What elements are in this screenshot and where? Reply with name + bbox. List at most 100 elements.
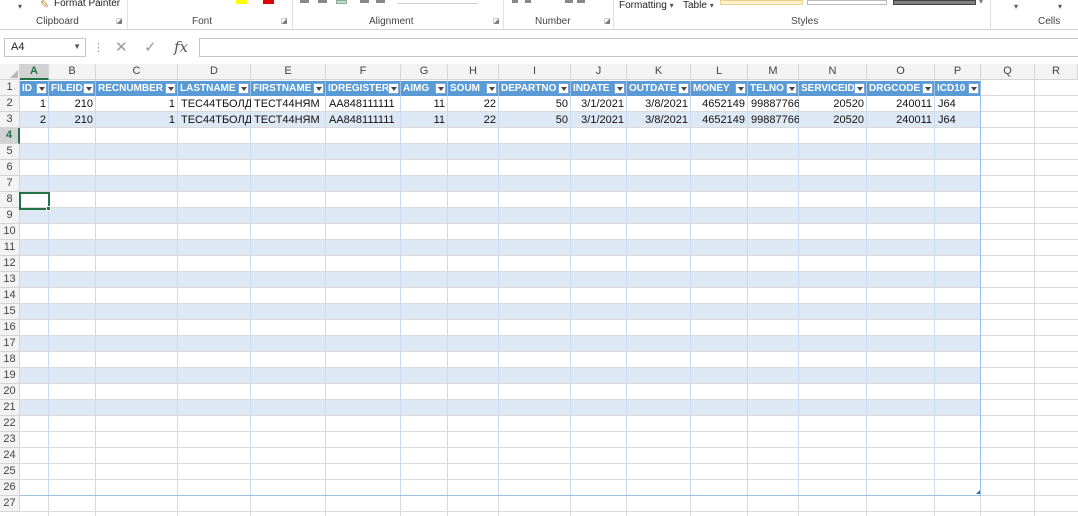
table-header-indate[interactable]: INDATE — [571, 81, 627, 96]
column-header-m[interactable]: M — [748, 64, 799, 80]
row-header-5[interactable]: 5 — [0, 144, 20, 160]
formula-input[interactable] — [199, 38, 1078, 57]
column-header-k[interactable]: K — [627, 64, 691, 80]
insert-function-icon[interactable]: fx — [174, 38, 188, 56]
font-color-icon[interactable] — [263, 0, 274, 4]
column-header-p[interactable]: P — [935, 64, 981, 80]
row-header-11[interactable]: 11 — [0, 240, 20, 256]
row-header-22[interactable]: 22 — [0, 416, 20, 432]
align-right-icon[interactable] — [336, 0, 347, 4]
row-header-25[interactable]: 25 — [0, 464, 20, 480]
row-header-8[interactable]: 8 — [0, 192, 20, 208]
row-header-15[interactable]: 15 — [0, 304, 20, 320]
table-header-money[interactable]: MONEY — [691, 81, 748, 96]
column-header-g[interactable]: G — [401, 64, 448, 80]
table-cell[interactable]: ТЕСТ44НЯМ — [251, 112, 326, 128]
row-header-4[interactable]: 4 — [0, 128, 20, 144]
filter-dropdown-icon[interactable] — [558, 83, 569, 94]
cell-style-swatch[interactable] — [720, 0, 803, 5]
table-cell[interactable]: 3/8/2021 — [627, 96, 691, 112]
chevron-down-icon[interactable]: ▼ — [73, 42, 81, 51]
table-header-icd10[interactable]: ICD10 — [935, 81, 981, 96]
column-header-f[interactable]: F — [326, 64, 401, 80]
column-header-h[interactable]: H — [448, 64, 499, 80]
filter-dropdown-icon[interactable] — [735, 83, 746, 94]
row-header-12[interactable]: 12 — [0, 256, 20, 272]
table-cell[interactable]: J64 — [935, 112, 981, 128]
row-header-7[interactable]: 7 — [0, 176, 20, 192]
font-launcher-icon[interactable]: ◪ — [281, 17, 288, 25]
table-cell[interactable]: 1 — [96, 96, 178, 112]
filter-dropdown-icon[interactable] — [313, 83, 324, 94]
filter-dropdown-icon[interactable] — [238, 83, 249, 94]
enter-icon[interactable]: ✓ — [144, 38, 157, 56]
cell-style-swatch[interactable] — [893, 0, 976, 5]
filter-dropdown-icon[interactable] — [614, 83, 625, 94]
table-cell[interactable]: 4652149 — [691, 96, 748, 112]
insert-dropdown-icon[interactable]: ▾ — [1014, 2, 1018, 11]
cancel-icon[interactable]: ✕ — [115, 38, 128, 56]
table-header-recnumber[interactable]: RECNUMBER — [96, 81, 178, 96]
filter-dropdown-icon[interactable] — [435, 83, 446, 94]
row-header-21[interactable]: 21 — [0, 400, 20, 416]
filter-dropdown-icon[interactable] — [786, 83, 797, 94]
row-header-3[interactable]: 3 — [0, 112, 20, 128]
row-header-10[interactable]: 10 — [0, 224, 20, 240]
align-center-icon[interactable] — [318, 0, 327, 3]
increase-decimal-icon[interactable] — [565, 0, 573, 3]
row-header-27[interactable]: 27 — [0, 496, 20, 512]
table-header-soum[interactable]: SOUM — [448, 81, 499, 96]
table-header-firstname[interactable]: FIRSTNAME — [251, 81, 326, 96]
table-cell[interactable]: ТЕСТ44НЯМ — [251, 96, 326, 112]
percent-format-icon[interactable] — [525, 0, 531, 3]
styles-scroll-icon[interactable]: ▾ — [979, 0, 983, 6]
row-header-19[interactable]: 19 — [0, 368, 20, 384]
table-header-departno[interactable]: DEPARTNO — [499, 81, 571, 96]
table-resize-handle[interactable] — [976, 490, 980, 494]
align-left-icon[interactable] — [300, 0, 309, 3]
column-header-r[interactable]: R — [1035, 64, 1078, 80]
paste-dropdown-icon[interactable]: ▾ — [18, 2, 22, 11]
table-cell[interactable]: 20520 — [799, 112, 867, 128]
column-header-a[interactable]: A — [20, 64, 49, 80]
filter-dropdown-icon[interactable] — [83, 83, 94, 94]
table-cell[interactable]: 50 — [499, 112, 571, 128]
currency-format-icon[interactable] — [512, 0, 518, 3]
decrease-decimal-icon[interactable] — [577, 0, 585, 3]
highlight-color-icon[interactable] — [236, 0, 247, 4]
column-header-b[interactable]: B — [49, 64, 96, 80]
column-header-l[interactable]: L — [691, 64, 748, 80]
table-header-id[interactable]: ID — [20, 81, 49, 96]
table-cell[interactable]: 3/1/2021 — [571, 112, 627, 128]
merge-center-button[interactable] — [398, 0, 478, 4]
table-cell[interactable]: 240011 — [867, 112, 935, 128]
number-launcher-icon[interactable]: ◪ — [604, 17, 611, 25]
filter-dropdown-icon[interactable] — [922, 83, 933, 94]
row-header-2[interactable]: 2 — [0, 96, 20, 112]
row-header-18[interactable]: 18 — [0, 352, 20, 368]
row-header-9[interactable]: 9 — [0, 208, 20, 224]
row-header-13[interactable]: 13 — [0, 272, 20, 288]
filter-dropdown-icon[interactable] — [678, 83, 689, 94]
table-cell[interactable]: 210 — [49, 112, 96, 128]
conditional-formatting-button[interactable]: Formatting ▾ — [619, 0, 674, 11]
table-cell[interactable]: 4652149 — [691, 112, 748, 128]
table-header-lastname[interactable]: LASTNAME — [178, 81, 251, 96]
row-header-6[interactable]: 6 — [0, 160, 20, 176]
table-cell[interactable]: 1 — [20, 96, 49, 112]
fill-handle[interactable] — [46, 206, 51, 211]
filter-dropdown-icon[interactable] — [854, 83, 865, 94]
table-header-aimg[interactable]: AIMG — [401, 81, 448, 96]
table-cell[interactable]: АА848111111 — [326, 96, 401, 112]
delete-dropdown-icon[interactable]: ▾ — [1058, 2, 1062, 11]
row-header-23[interactable]: 23 — [0, 432, 20, 448]
table-header-outdate[interactable]: OUTDATE — [627, 81, 691, 96]
filter-dropdown-icon[interactable] — [968, 83, 979, 94]
cell-style-swatch[interactable] — [807, 0, 887, 5]
filter-dropdown-icon[interactable] — [388, 83, 399, 94]
alignment-launcher-icon[interactable]: ◪ — [493, 17, 500, 25]
table-cell[interactable]: ТЕС44ТБОЛД — [178, 96, 251, 112]
table-cell[interactable]: 22 — [448, 96, 499, 112]
table-cell[interactable]: АА848111111 — [326, 112, 401, 128]
row-header-1[interactable]: 1 — [0, 80, 20, 96]
